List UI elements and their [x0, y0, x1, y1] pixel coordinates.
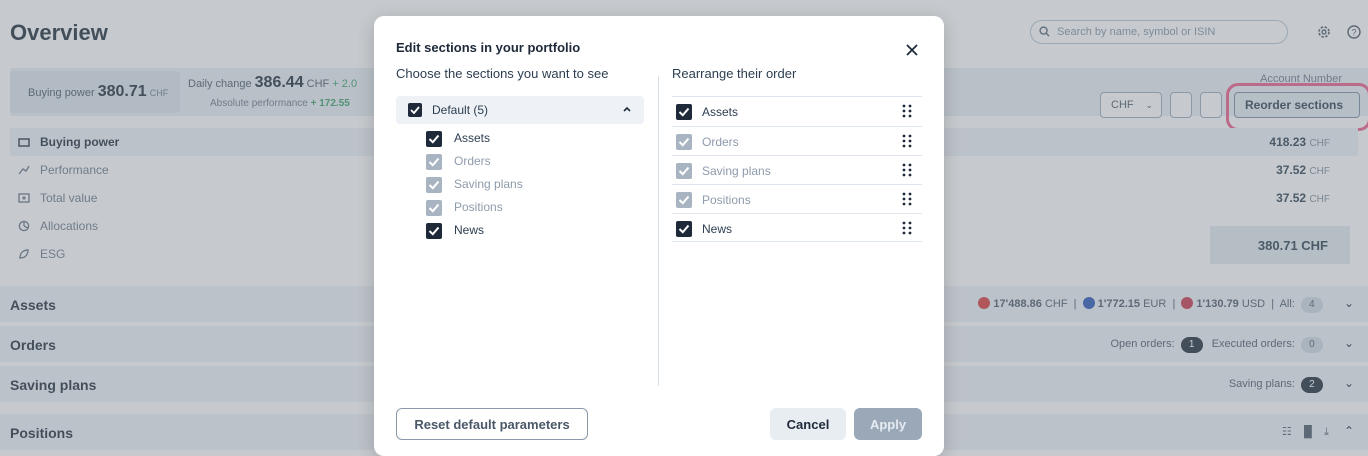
close-icon[interactable]	[902, 40, 922, 60]
reset-default-button[interactable]: Reset default parameters	[396, 408, 588, 440]
drag-handle-icon[interactable]	[902, 163, 912, 177]
checkbox-locked-icon	[676, 163, 692, 179]
default-group-label: Default (5)	[432, 103, 489, 117]
checkbox-checked-icon[interactable]	[676, 104, 692, 120]
apply-button[interactable]: Apply	[854, 408, 922, 440]
right-column-heading: Rearrange their order	[672, 66, 797, 81]
checkbox-locked-icon	[426, 177, 442, 193]
order-item-label: Assets	[702, 105, 739, 119]
checkbox-checked-icon[interactable]	[676, 221, 692, 237]
option-label: Positions	[454, 200, 503, 214]
option-label: Orders	[454, 154, 491, 168]
order-item-assets[interactable]: Assets	[672, 96, 922, 125]
order-item-orders[interactable]: Orders	[672, 126, 922, 155]
dialog-title: Edit sections in your portfolio	[396, 40, 581, 55]
option-label: Assets	[454, 131, 491, 145]
order-item-label: News	[702, 222, 733, 236]
drag-handle-icon[interactable]	[902, 221, 912, 235]
column-divider	[658, 76, 659, 386]
drag-handle-icon[interactable]	[902, 104, 912, 118]
order-item-positions[interactable]: Positions	[672, 184, 922, 213]
drag-handle-icon[interactable]	[902, 192, 912, 206]
checkbox-locked-icon	[426, 154, 442, 170]
order-item-saving-plans[interactable]: Saving plans	[672, 155, 922, 184]
checkbox-checked-icon[interactable]	[426, 131, 442, 147]
option-label: News	[454, 223, 485, 237]
checkbox-checked-icon[interactable]	[426, 223, 442, 239]
order-item-label: Positions	[702, 193, 751, 207]
drag-handle-icon[interactable]	[902, 134, 912, 148]
checkbox-locked-icon	[676, 134, 692, 150]
checkbox-locked-icon	[676, 192, 692, 208]
edit-sections-dialog: Edit sections in your portfolio Choose t…	[374, 16, 944, 456]
order-item-news[interactable]: News	[672, 213, 922, 242]
chevron-up-icon[interactable]	[622, 104, 632, 114]
order-item-label: Orders	[702, 135, 739, 149]
cancel-button[interactable]: Cancel	[770, 408, 846, 440]
checkbox-checked-icon[interactable]	[408, 103, 422, 117]
checkbox-locked-icon	[426, 200, 442, 216]
default-group[interactable]: Default (5)	[396, 96, 644, 124]
order-item-label: Saving plans	[702, 164, 771, 178]
left-column-heading: Choose the sections you want to see	[396, 66, 609, 81]
option-label: Saving plans	[454, 177, 523, 191]
